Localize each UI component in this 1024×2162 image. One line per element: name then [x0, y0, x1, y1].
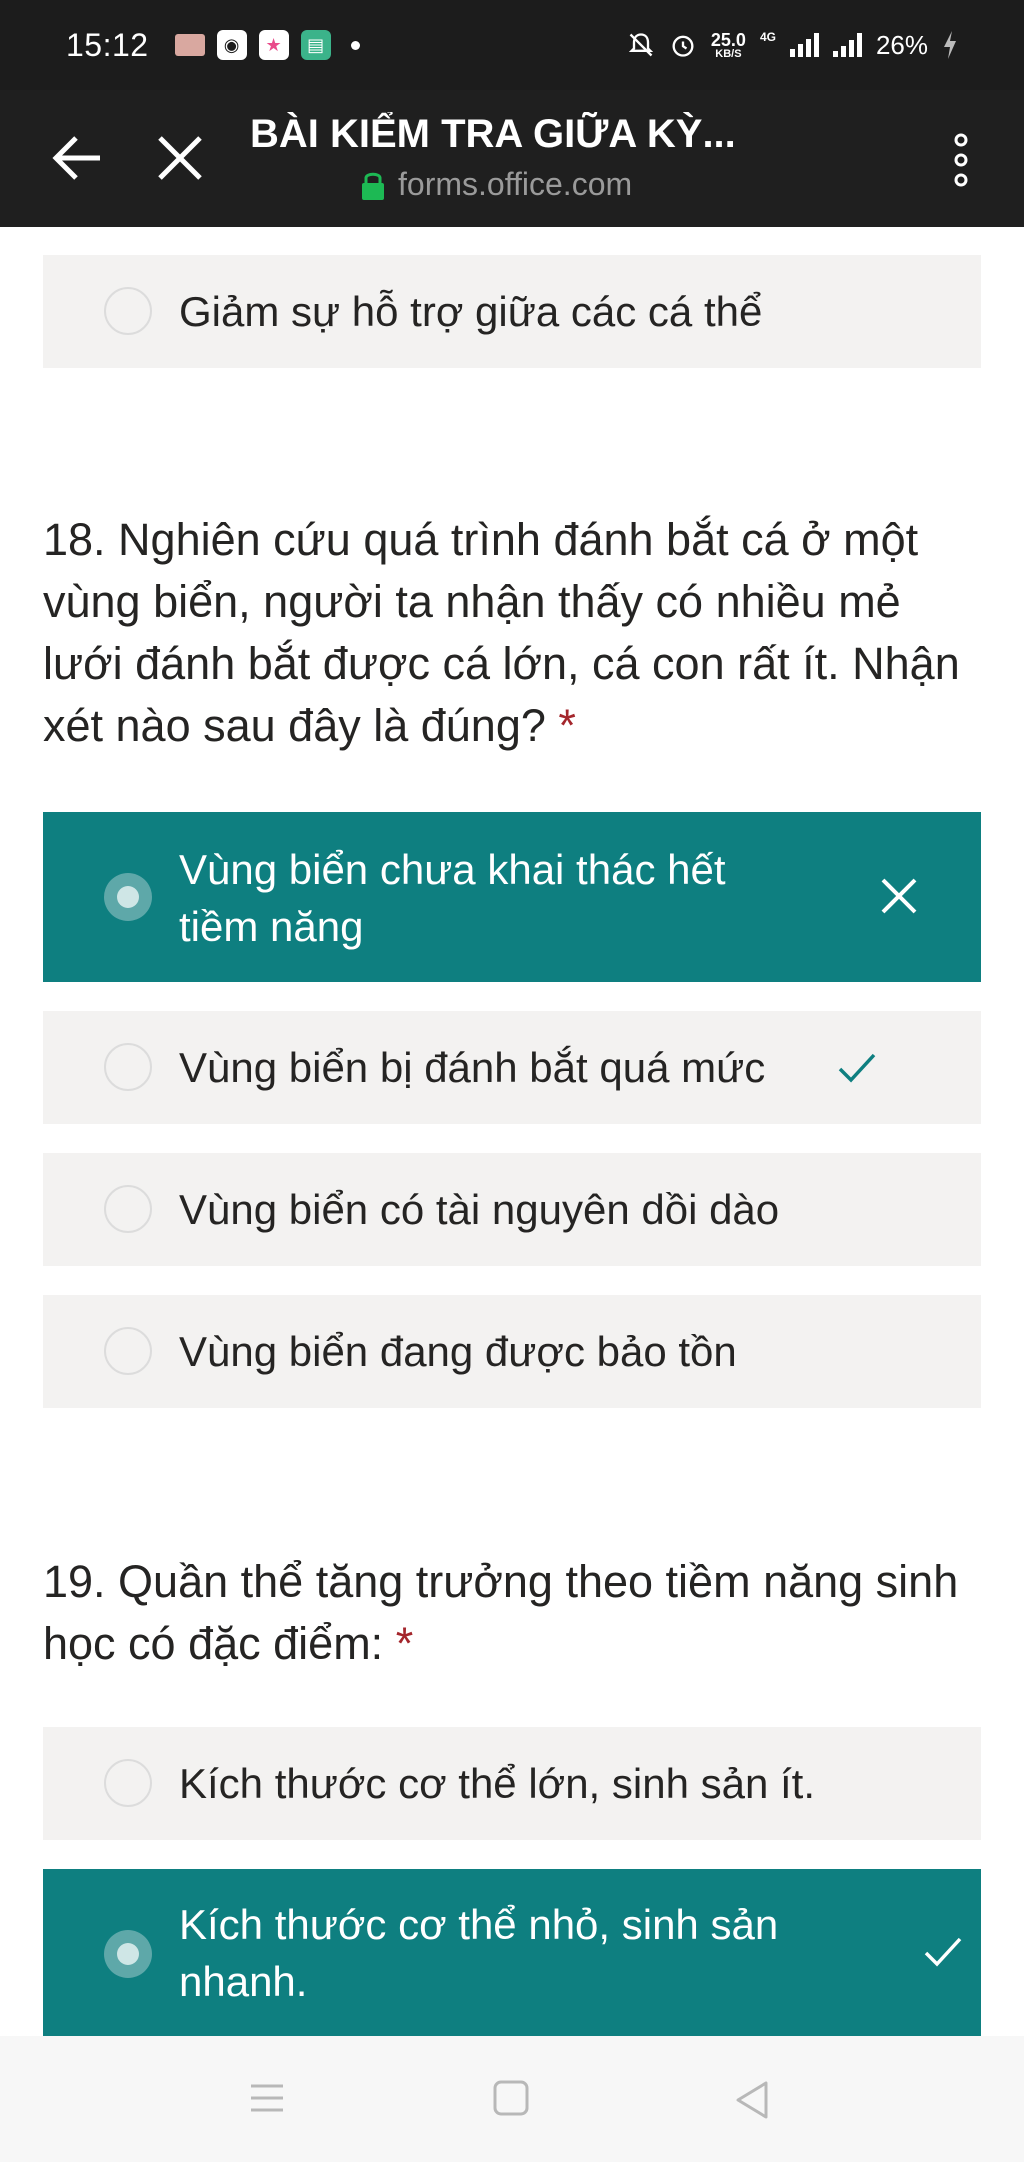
check-mark-icon	[924, 1937, 962, 1967]
url-display: forms.office.com	[360, 166, 632, 203]
network-speed-value: 25.0	[710, 29, 746, 50]
required-mark: *	[558, 700, 576, 751]
system-nav-bar	[0, 2036, 1024, 2162]
radio-button[interactable]	[104, 287, 152, 335]
page-title: BÀI KIỂM TRA GIỮA KỲ...	[250, 112, 736, 156]
document-notification-icon: ▤	[300, 30, 331, 60]
nav-back-icon[interactable]	[734, 2080, 770, 2120]
signal-strength-icon	[789, 33, 819, 57]
choice-label: Vùng biển đang được bảo tồn	[179, 1328, 737, 1375]
choice-label: Vùng biển chưa khai thác hết tiềm năng	[179, 846, 726, 950]
q18-choice-4[interactable]: Vùng biển đang được bảo tồn	[43, 1295, 981, 1408]
required-mark: *	[395, 1618, 414, 1669]
radio-button[interactable]	[104, 1759, 152, 1807]
q18-choice-2[interactable]: Vùng biển bị đánh bắt quá mức	[43, 1011, 981, 1124]
camera-notification-icon: ◉	[216, 30, 247, 60]
choice-label: Kích thước cơ thể lớn, sinh sản ít.	[179, 1760, 816, 1807]
signal-strength-2-icon	[832, 33, 862, 57]
choice-label: Vùng biển có tài nguyên dồi dào	[179, 1186, 780, 1233]
question-text: 18. Nghiên cứu quá trình đánh bắt cá ở m…	[43, 514, 960, 751]
network-type: 4G	[759, 29, 776, 44]
status-bar: 15:12 ◉ ★ ▤ 25.0 KB/S 4G 26%	[0, 0, 1024, 90]
radio-button-selected[interactable]	[104, 873, 152, 921]
q17-choice-4[interactable]: Giảm sự hỗ trợ giữa các cá thể	[43, 255, 981, 368]
mute-bell-icon	[628, 33, 654, 57]
radio-button-selected[interactable]	[104, 1930, 152, 1978]
choice-label: Giảm sự hỗ trợ giữa các cá thể	[179, 288, 763, 335]
choice-label: Kích thước cơ thể nhỏ, sinh sản nhanh.	[179, 1901, 779, 2005]
q18-choice-1[interactable]: Vùng biển chưa khai thác hết tiềm năng	[43, 812, 981, 982]
q19-choice-2[interactable]: Kích thước cơ thể nhỏ, sinh sản nhanh.	[43, 1869, 981, 2036]
q18-choice-3[interactable]: Vùng biển có tài nguyên dồi dào	[43, 1153, 981, 1266]
close-icon[interactable]	[150, 128, 210, 188]
nav-menu-icon[interactable]	[249, 2080, 285, 2116]
question-19: 19. Quần thể tăng trưởng theo tiềm năng …	[43, 1551, 983, 1675]
close-mark-icon	[881, 878, 917, 914]
check-mark-icon	[838, 1053, 876, 1083]
url-text: forms.office.com	[398, 166, 633, 202]
back-arrow-icon[interactable]	[48, 128, 108, 188]
radio-button[interactable]	[104, 1185, 152, 1233]
alarm-icon	[672, 35, 694, 57]
mail-notification-icon	[174, 34, 205, 56]
more-vert-icon[interactable]	[946, 130, 976, 190]
radio-button[interactable]	[104, 1043, 152, 1091]
app-bar: BÀI KIỂM TRA GIỮA KỲ... forms.office.com	[0, 90, 1024, 227]
lock-icon	[362, 172, 384, 200]
network-speed-unit: KB/S	[715, 47, 742, 60]
battery-level: 26%	[875, 29, 928, 60]
more-notifications-dot-icon	[350, 40, 360, 50]
status-time: 15:12	[66, 26, 149, 63]
star-notification-icon: ★	[258, 30, 289, 60]
choice-label: Vùng biển bị đánh bắt quá mức	[179, 1044, 766, 1091]
charging-icon	[944, 31, 956, 59]
network-speed: 25.0 KB/S	[711, 31, 746, 60]
question-18: 18. Nghiên cứu quá trình đánh bắt cá ở m…	[43, 509, 983, 757]
nav-home-icon[interactable]	[493, 2080, 529, 2116]
q19-choice-1[interactable]: Kích thước cơ thể lớn, sinh sản ít.	[43, 1727, 981, 1840]
question-text: 19. Quần thể tăng trưởng theo tiềm năng …	[43, 1556, 959, 1669]
radio-button[interactable]	[104, 1327, 152, 1375]
